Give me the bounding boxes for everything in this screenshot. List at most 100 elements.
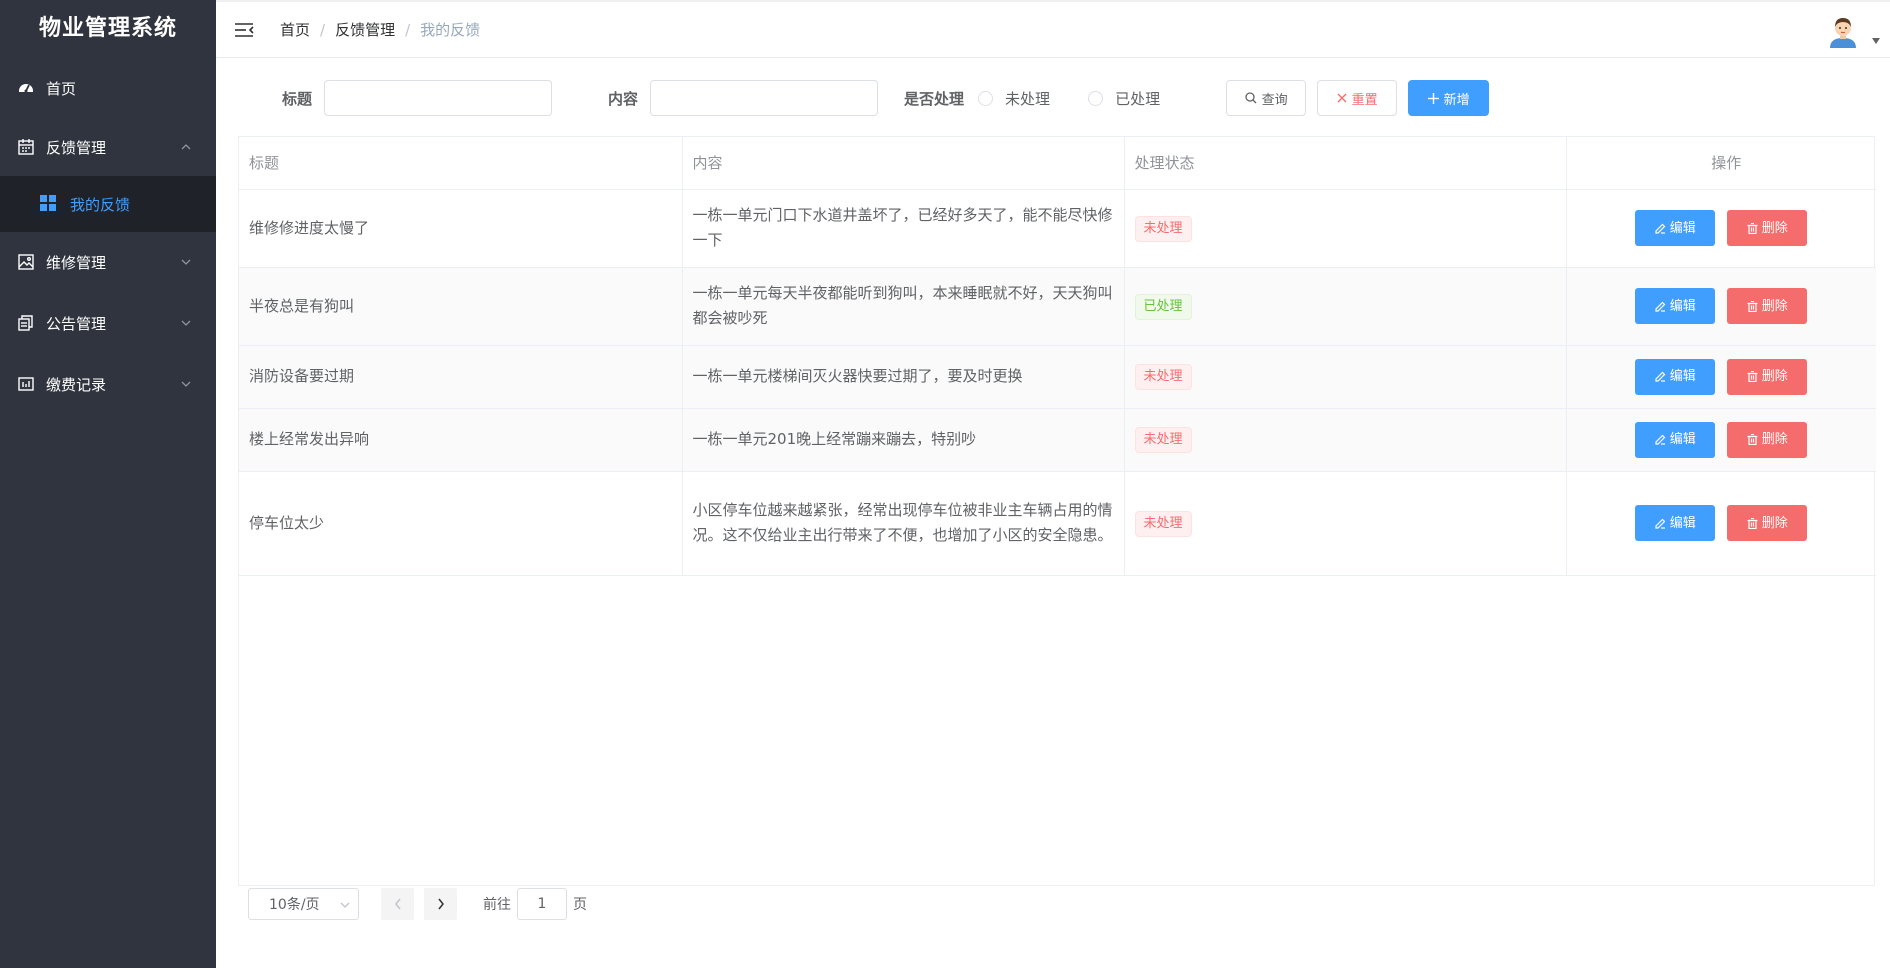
edit-button-label: 编辑 xyxy=(1669,432,1696,447)
trash-icon xyxy=(1747,517,1758,529)
cell-title: 半夜总是有狗叫 xyxy=(239,267,683,346)
chevron-down-icon xyxy=(181,381,191,387)
sidebar-item-label: 缴费记录 xyxy=(46,375,107,394)
breadcrumb-current: 我的反馈 xyxy=(420,21,481,39)
radio-unprocessed[interactable]: 未处理 xyxy=(978,88,1050,109)
query-button[interactable]: 查询 xyxy=(1226,80,1307,116)
edit-button[interactable]: 编辑 xyxy=(1635,421,1716,458)
plus-icon xyxy=(1427,92,1439,104)
delete-button[interactable]: 删除 xyxy=(1727,505,1808,541)
sidebar-item-repair[interactable]: 维修管理 xyxy=(0,232,216,292)
edit-icon xyxy=(1655,371,1666,382)
status-badge: 未处理 xyxy=(1134,427,1192,453)
edit-button[interactable]: 编辑 xyxy=(1635,505,1716,541)
cell-actions: 编辑 删除 xyxy=(1566,189,1876,268)
cell-actions: 编辑 删除 xyxy=(1566,267,1876,346)
cell-content: 一栋一单元门口下水道井盖坏了，已经好多天了，能不能尽快修一下 xyxy=(682,189,1125,268)
cell-status: 未处理 xyxy=(1124,471,1567,576)
status-filter-label: 是否处理 xyxy=(904,89,965,108)
status-badge: 未处理 xyxy=(1134,364,1192,390)
edit-button[interactable]: 编辑 xyxy=(1635,288,1716,324)
copy-icon xyxy=(16,313,36,333)
edit-button-label: 编辑 xyxy=(1669,220,1696,236)
chevron-down-icon xyxy=(340,902,350,908)
status-badge: 未处理 xyxy=(1134,215,1192,242)
reset-button[interactable]: 重置 xyxy=(1317,80,1398,116)
query-button-label: 查询 xyxy=(1261,92,1288,108)
table-row: 消防设备要过期 一栋一单元楼梯间灭火器快要过期了，要及时更换 未处理 编辑 删除 xyxy=(239,345,1876,409)
edit-button-label: 编辑 xyxy=(1669,369,1696,384)
chevron-down-icon xyxy=(181,259,191,265)
edit-icon xyxy=(1655,518,1666,529)
sidebar-item-label: 反馈管理 xyxy=(46,138,107,157)
radio-processed[interactable]: 已处理 xyxy=(1088,88,1160,109)
goto-label: 前往 xyxy=(483,897,511,913)
delete-button[interactable]: 删除 xyxy=(1727,421,1808,458)
edit-button-label: 编辑 xyxy=(1669,515,1696,531)
title-filter-input[interactable] xyxy=(324,80,553,116)
radio-circle[interactable] xyxy=(1088,90,1104,106)
goto-page: 前往 1 页 xyxy=(483,888,587,920)
cell-title: 楼上经常发出异响 xyxy=(239,408,683,472)
table-row: 楼上经常发出异响 一栋一单元201晚上经常蹦来蹦去，特别吵 未处理 编辑 删除 xyxy=(239,408,1876,472)
radio-label: 已处理 xyxy=(1115,89,1161,108)
trash-icon xyxy=(1747,300,1758,312)
picture-icon xyxy=(16,252,36,272)
goto-page-input[interactable]: 1 xyxy=(517,888,567,920)
chevron-left-icon xyxy=(394,898,401,910)
delete-button-label: 删除 xyxy=(1761,369,1788,384)
add-button[interactable]: 新增 xyxy=(1408,80,1490,116)
column-header-title[interactable]: 标题 xyxy=(239,137,683,190)
cell-title: 维修修进度太慢了 xyxy=(239,189,683,268)
sidebar-item-label: 维修管理 xyxy=(46,253,107,272)
cell-actions: 编辑 删除 xyxy=(1566,471,1876,576)
reset-button-label: 重置 xyxy=(1351,92,1378,108)
cell-content: 一栋一单元每天半夜都能听到狗叫，本来睡眠就不好，天天狗叫都会被吵死 xyxy=(682,267,1125,346)
caret-down-icon[interactable] xyxy=(1872,38,1880,44)
delete-button[interactable]: 删除 xyxy=(1727,288,1808,324)
breadcrumb-home[interactable]: 首页 xyxy=(280,19,310,40)
column-header-status[interactable]: 处理状态 xyxy=(1124,137,1567,190)
menu-fold-icon[interactable] xyxy=(234,20,254,40)
pagination: 10条/页 前往 1 页 xyxy=(248,888,587,920)
close-icon xyxy=(1337,93,1347,103)
breadcrumb-feedback[interactable]: 反馈管理 xyxy=(335,19,395,40)
cell-content: 一栋一单元201晚上经常蹦来蹦去，特别吵 xyxy=(682,408,1125,472)
breadcrumb: 首页 / 反馈管理 / 我的反馈 xyxy=(280,19,480,40)
sidebar-item-notice[interactable]: 公告管理 xyxy=(0,292,216,354)
search-icon xyxy=(1244,92,1257,104)
sidebar: 物业管理系统 首页 反馈管理 我的反馈 维修管理 公告管理 缴费记录 xyxy=(0,0,216,968)
delete-button[interactable]: 删除 xyxy=(1727,358,1808,395)
cell-status: 未处理 xyxy=(1124,408,1567,472)
radio-circle[interactable] xyxy=(978,90,994,106)
trash-icon xyxy=(1747,222,1758,234)
goto-suffix: 页 xyxy=(573,897,587,913)
edit-button[interactable]: 编辑 xyxy=(1635,210,1716,246)
dashboard-icon xyxy=(16,78,36,98)
prev-page-button[interactable] xyxy=(381,888,414,920)
sidebar-item-home[interactable]: 首页 xyxy=(0,58,216,118)
cell-status: 未处理 xyxy=(1124,345,1567,409)
edit-button[interactable]: 编辑 xyxy=(1635,358,1716,395)
next-page-button[interactable] xyxy=(424,888,457,920)
avatar[interactable] xyxy=(1826,14,1860,48)
table-row: 半夜总是有狗叫 一栋一单元每天半夜都能听到狗叫，本来睡眠就不好，天天狗叫都会被吵… xyxy=(239,267,1876,346)
sidebar-item-payment[interactable]: 缴费记录 xyxy=(0,354,216,414)
trash-icon xyxy=(1747,434,1758,445)
feedback-table: 标题 内容 处理状态 操作 维修修进度太慢了 一栋一单元门口下水道井盖坏了，已经… xyxy=(238,136,1876,886)
status-badge: 未处理 xyxy=(1134,510,1192,537)
status-badge: 已处理 xyxy=(1134,293,1192,320)
cell-content: 一栋一单元楼梯间灭火器快要过期了，要及时更换 xyxy=(682,345,1125,409)
content-filter-input[interactable] xyxy=(650,80,879,116)
page-size-value: 10条/页 xyxy=(269,897,320,913)
add-button-label: 新增 xyxy=(1443,92,1470,108)
sidebar-item-feedback[interactable]: 反馈管理 xyxy=(0,118,216,176)
delete-button[interactable]: 删除 xyxy=(1727,210,1808,246)
edit-button-label: 编辑 xyxy=(1669,298,1696,314)
sidebar-item-my-feedback[interactable]: 我的反馈 xyxy=(0,176,216,232)
cell-status: 已处理 xyxy=(1124,267,1567,346)
column-header-content[interactable]: 内容 xyxy=(682,137,1125,190)
table-row: 停车位太少 小区停车位越来越紧张，经常出现停车位被非业主车辆占用的情况。这不仅给… xyxy=(239,471,1876,576)
sidebar-item-label: 公告管理 xyxy=(46,314,107,333)
page-size-select[interactable]: 10条/页 xyxy=(248,888,359,920)
